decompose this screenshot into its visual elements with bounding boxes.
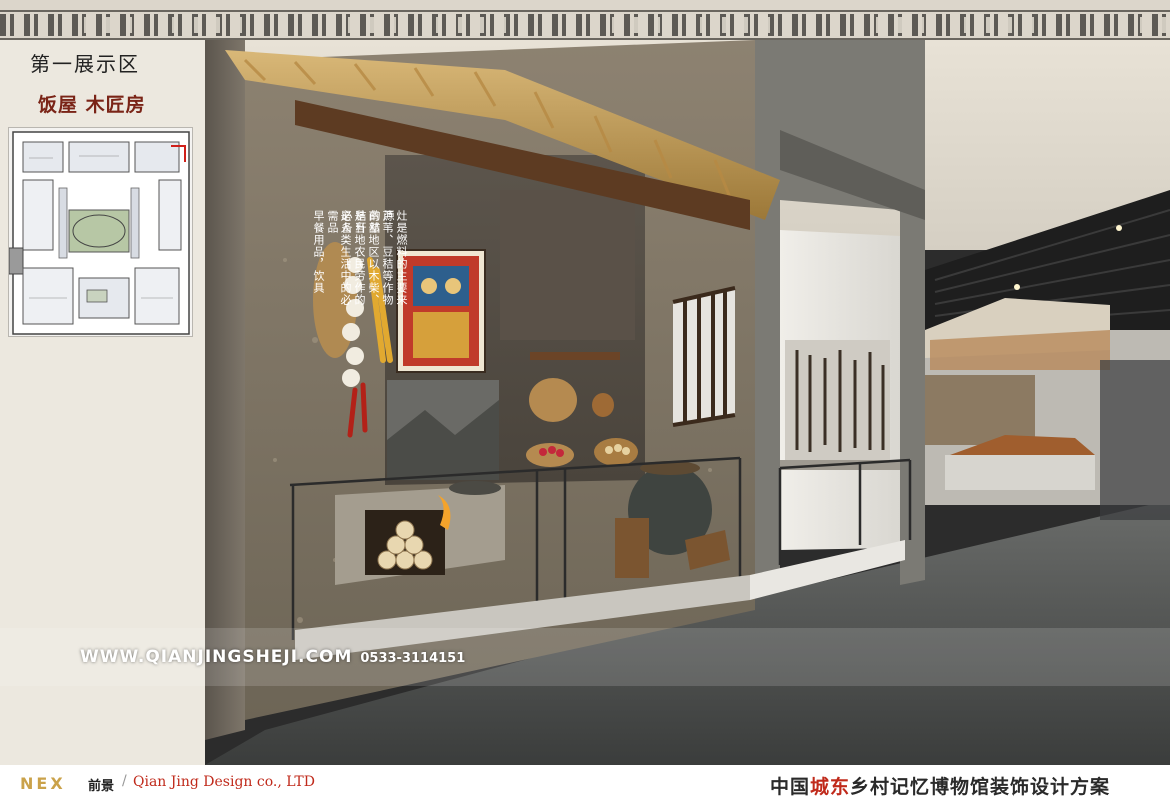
footer-separator: / (122, 773, 127, 789)
project-title-part3: 装饰设计方案 (990, 776, 1111, 798)
watermark-url: WWW.QIANJINGSHEJI.COM (80, 647, 353, 667)
project-title-highlight: 城东 (810, 776, 851, 798)
section-subtitle: 饭屋 木匠房 (38, 94, 146, 116)
floor-plan-drawing (8, 131, 190, 335)
top-decorative-border (0, 0, 1170, 40)
panel-text-col-6: 灶是燃料的主要来源 (382, 210, 408, 306)
border-line-top (0, 10, 1170, 12)
company-name: Qian Jing Design co., LTD (133, 774, 315, 790)
floor-plan-map (8, 127, 193, 337)
project-title: 中国城东乡村记忆博物馆装饰设计方案 (770, 772, 1110, 799)
border-pattern-overlay (0, 17, 1170, 33)
section-title: 第一展示区 (30, 52, 140, 76)
project-title-part1: 中国 (770, 776, 811, 798)
watermark: WWW.QIANJINGSHEJI.COM 0533-3114151 (80, 647, 465, 667)
project-title-part2: 乡村记忆博物馆 (850, 776, 991, 798)
watermark-phone: 0533-3114151 (360, 651, 466, 666)
panel-text-col-1: 早餐用品，饮具 (312, 210, 325, 294)
company-logo-cn: 前景 (88, 779, 115, 794)
company-logo: NEX (20, 774, 66, 793)
